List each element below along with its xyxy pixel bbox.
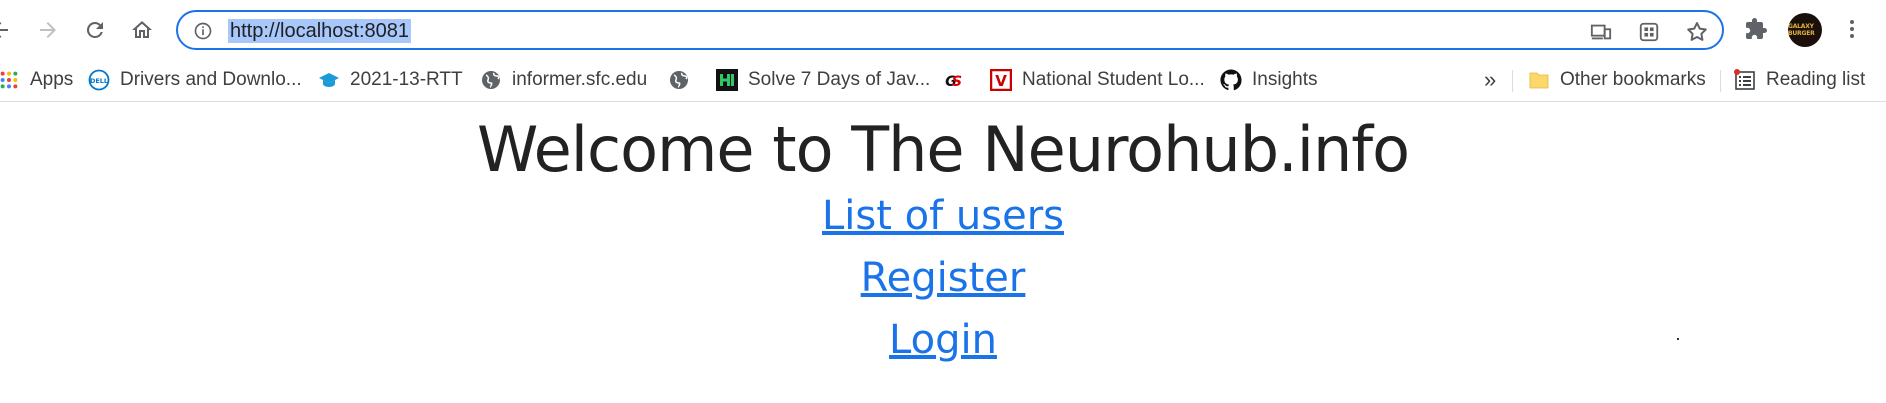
qr-code-icon[interactable] — [1636, 19, 1662, 45]
bookmark-2021-13-rtt[interactable]: 2021-13-RTT — [318, 66, 463, 94]
url-text[interactable]: http://localhost:8081 — [228, 19, 412, 43]
bookmark-label: Solve 7 Days of Jav... — [748, 69, 931, 90]
home-icon — [132, 21, 152, 38]
reload-button[interactable] — [77, 12, 113, 48]
browser-menu-kebab-icon[interactable] — [1836, 13, 1868, 45]
bookmarks-bar: Apps DELL Drivers and Downlo... 2021-13-… — [0, 58, 1886, 102]
page-content: Welcome to The Neurohub.info List of use… — [0, 103, 1886, 403]
list-of-users-link[interactable]: List of users — [0, 191, 1886, 241]
apps-grid-icon — [0, 69, 20, 91]
graduation-cap-icon — [318, 69, 340, 91]
other-bookmarks-folder[interactable]: Other bookmarks — [1528, 66, 1706, 94]
reload-icon — [86, 21, 103, 38]
register-link[interactable]: Register — [0, 253, 1886, 303]
bookmark-insights[interactable]: Insights — [1220, 66, 1317, 94]
gs-icon: GS — [940, 69, 962, 91]
page-title: Welcome to The Neurohub.info — [476, 113, 1410, 186]
bookmark-label: 2021-13-RTT — [350, 69, 463, 90]
reading-list-icon — [1734, 69, 1756, 91]
github-icon — [1220, 69, 1242, 91]
profile-avatar[interactable]: GALAXY BURGER — [1788, 13, 1822, 47]
chevron-double-right-icon: » — [1484, 67, 1497, 92]
forward-arrow-icon — [40, 22, 56, 38]
bookmark-gs[interactable]: GS — [940, 66, 962, 94]
bookmark-dell-drivers[interactable]: DELL Drivers and Downlo... — [88, 66, 302, 94]
bookmark-apps[interactable]: Apps — [0, 66, 73, 94]
bookmark-star-icon[interactable] — [1684, 19, 1710, 45]
bookmarks-overflow-button[interactable]: » — [1484, 66, 1496, 94]
bookmark-globe[interactable] — [668, 66, 690, 94]
globe-icon — [480, 69, 502, 91]
cast-device-icon[interactable] — [1588, 19, 1614, 45]
svg-text:V: V — [995, 72, 1007, 90]
bookmark-label: Drivers and Downlo... — [120, 69, 302, 90]
home-button[interactable] — [124, 12, 160, 48]
bookmark-label: Apps — [30, 69, 74, 90]
stray-dot — [1677, 338, 1679, 340]
bookmarks-divider — [1720, 70, 1721, 92]
folder-icon — [1528, 69, 1550, 91]
back-arrow-icon — [0, 22, 8, 38]
back-button[interactable] — [0, 12, 18, 48]
bookmark-label: National Student Lo... — [1022, 69, 1205, 90]
bookmarks-divider — [1512, 70, 1513, 92]
bookmark-label: informer.sfc.edu — [512, 69, 648, 90]
browser-toolbar: http://localhost:8081 GALAXY BURGER — [0, 0, 1886, 58]
avatar-logo-text: GALAXY BURGER — [1788, 23, 1815, 37]
bookmark-label: Insights — [1252, 69, 1318, 90]
reading-list-label: Reading list — [1766, 69, 1866, 90]
globe-icon — [668, 69, 690, 91]
reading-list-button[interactable]: Reading list — [1734, 66, 1865, 94]
bookmark-national-student-loan[interactable]: V National Student Lo... — [990, 66, 1205, 94]
address-bar[interactable]: http://localhost:8081 — [176, 10, 1724, 50]
dell-icon: DELL — [88, 69, 110, 91]
svg-text:S: S — [952, 74, 962, 90]
v-logo-icon: V — [990, 69, 1012, 91]
login-link[interactable]: Login — [0, 315, 1886, 365]
bookmark-informer[interactable]: informer.sfc.edu — [480, 66, 647, 94]
bookmark-hackerrank[interactable]: Solve 7 Days of Jav... — [716, 66, 930, 94]
hackerrank-icon — [716, 69, 738, 91]
forward-button[interactable] — [30, 12, 66, 48]
extensions-puzzle-icon[interactable] — [1740, 13, 1772, 45]
site-info-icon[interactable] — [192, 20, 214, 42]
svg-text:DELL: DELL — [90, 77, 108, 85]
other-bookmarks-label: Other bookmarks — [1560, 69, 1706, 90]
